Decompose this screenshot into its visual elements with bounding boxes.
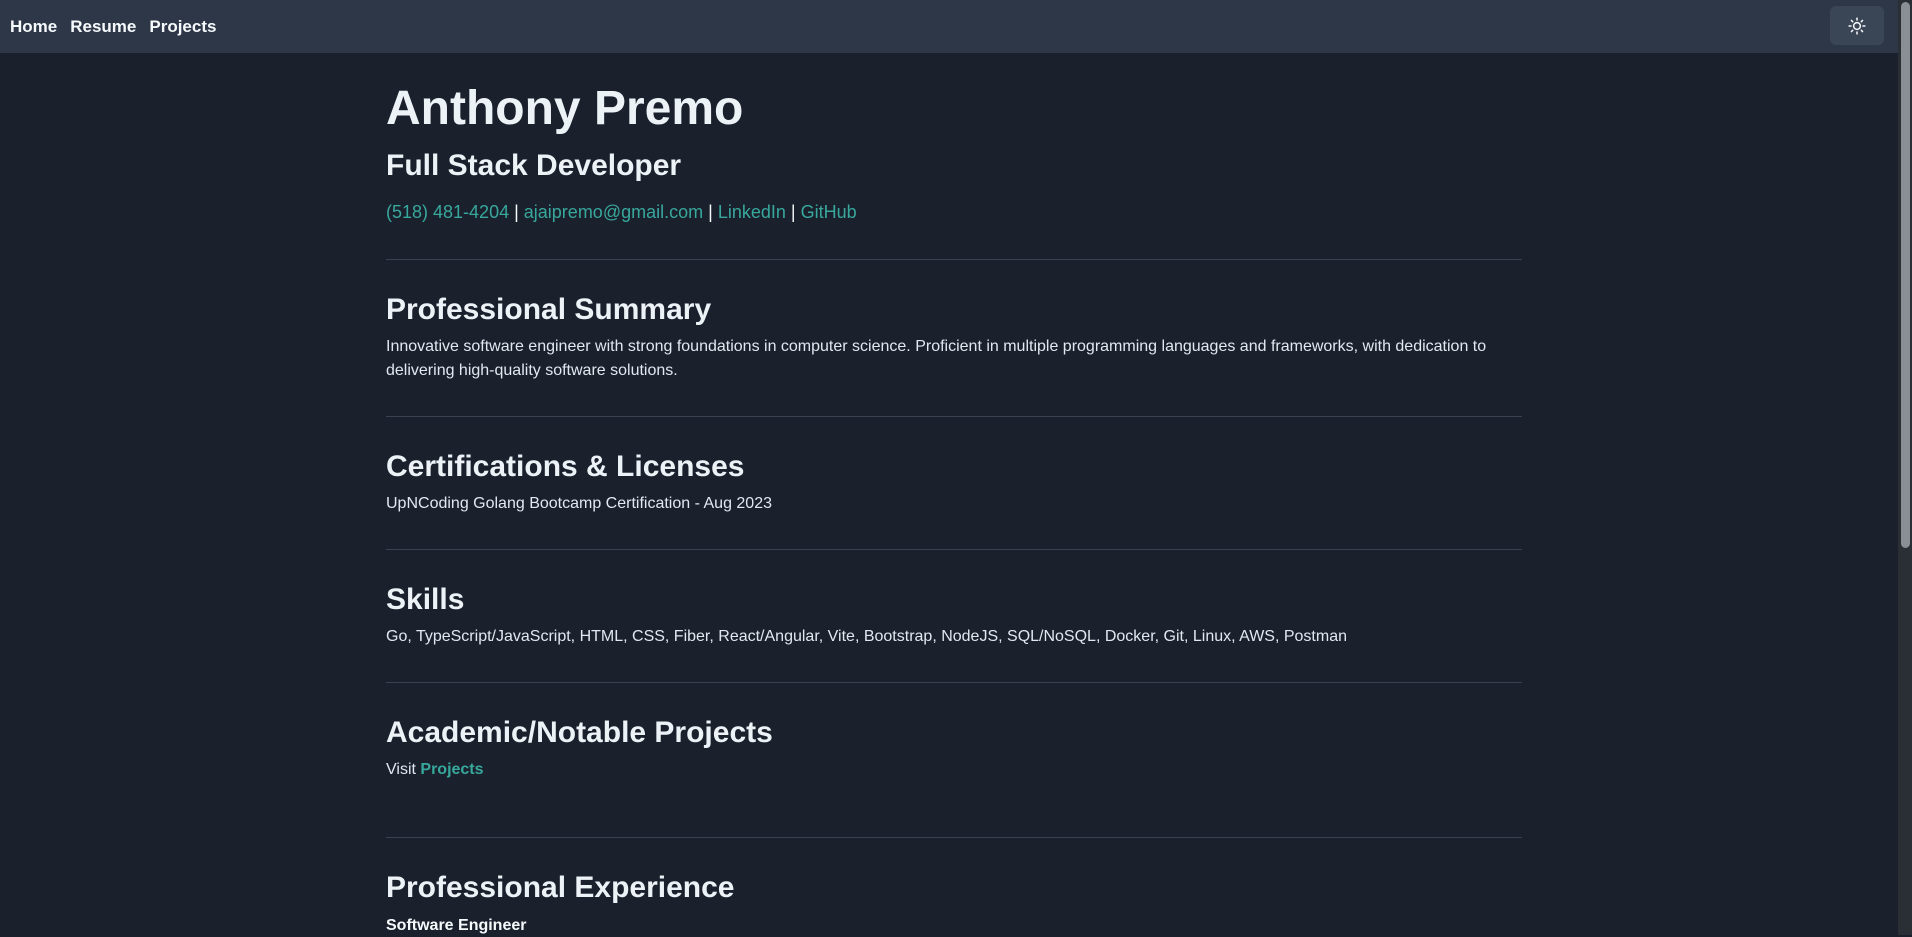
nav-home-link[interactable]: Home bbox=[10, 17, 57, 37]
github-link[interactable]: GitHub bbox=[801, 202, 857, 222]
skills-text: Go, TypeScript/JavaScript, HTML, CSS, Fi… bbox=[386, 628, 1347, 645]
projects-section: Academic/Notable Projects Visit Projects bbox=[386, 714, 1522, 782]
phone-link[interactable]: (518) 481-4204 bbox=[386, 202, 509, 222]
sun-icon bbox=[1848, 16, 1866, 35]
section-divider bbox=[386, 259, 1522, 260]
summary-section: Professional Summary Innovative software… bbox=[386, 291, 1522, 383]
certifications-text: UpNCoding Golang Bootcamp Certification … bbox=[386, 495, 772, 512]
page-scrollbar[interactable] bbox=[1898, 0, 1912, 935]
contact-line: (518) 481-4204 | ajaipremo@gmail.com | L… bbox=[386, 200, 1522, 224]
experience-job-title: Software Engineer bbox=[386, 917, 527, 934]
certifications-section: Certifications & Licenses UpNCoding Gola… bbox=[386, 448, 1522, 516]
skills-section: Skills Go, TypeScript/JavaScript, HTML, … bbox=[386, 581, 1522, 649]
section-divider bbox=[386, 549, 1522, 550]
projects-text: Visit Projects bbox=[386, 758, 1522, 782]
linkedin-link[interactable]: LinkedIn bbox=[718, 202, 786, 222]
resume-content: Anthony Premo Full Stack Developer (518)… bbox=[386, 53, 1522, 937]
projects-heading: Academic/Notable Projects bbox=[386, 716, 773, 749]
contact-separator: | bbox=[509, 202, 524, 222]
job-role-subtitle: Full Stack Developer bbox=[386, 149, 682, 182]
page-title: Anthony Premo bbox=[386, 82, 744, 135]
certifications-heading: Certifications & Licenses bbox=[386, 450, 745, 483]
top-navbar: Home Resume Projects bbox=[0, 0, 1898, 53]
summary-text: Innovative software engineer with strong… bbox=[386, 338, 1487, 379]
projects-link[interactable]: Projects bbox=[420, 761, 483, 778]
contact-separator: | bbox=[785, 202, 801, 222]
section-divider bbox=[386, 837, 1522, 838]
skills-heading: Skills bbox=[386, 583, 465, 616]
section-divider bbox=[386, 416, 1522, 417]
projects-visit-label: Visit bbox=[386, 761, 416, 778]
email-link[interactable]: ajaipremo@gmail.com bbox=[524, 202, 703, 222]
theme-toggle-button[interactable] bbox=[1830, 6, 1884, 45]
nav-resume-link[interactable]: Resume bbox=[70, 17, 136, 37]
contact-separator: | bbox=[703, 202, 718, 222]
nav-projects-link[interactable]: Projects bbox=[149, 17, 216, 37]
experience-heading: Professional Experience bbox=[386, 871, 735, 904]
summary-heading: Professional Summary bbox=[386, 293, 712, 326]
experience-section: Professional Experience Software Enginee… bbox=[386, 869, 1522, 937]
scrollbar-thumb[interactable] bbox=[1901, 2, 1910, 548]
section-divider bbox=[386, 682, 1522, 683]
